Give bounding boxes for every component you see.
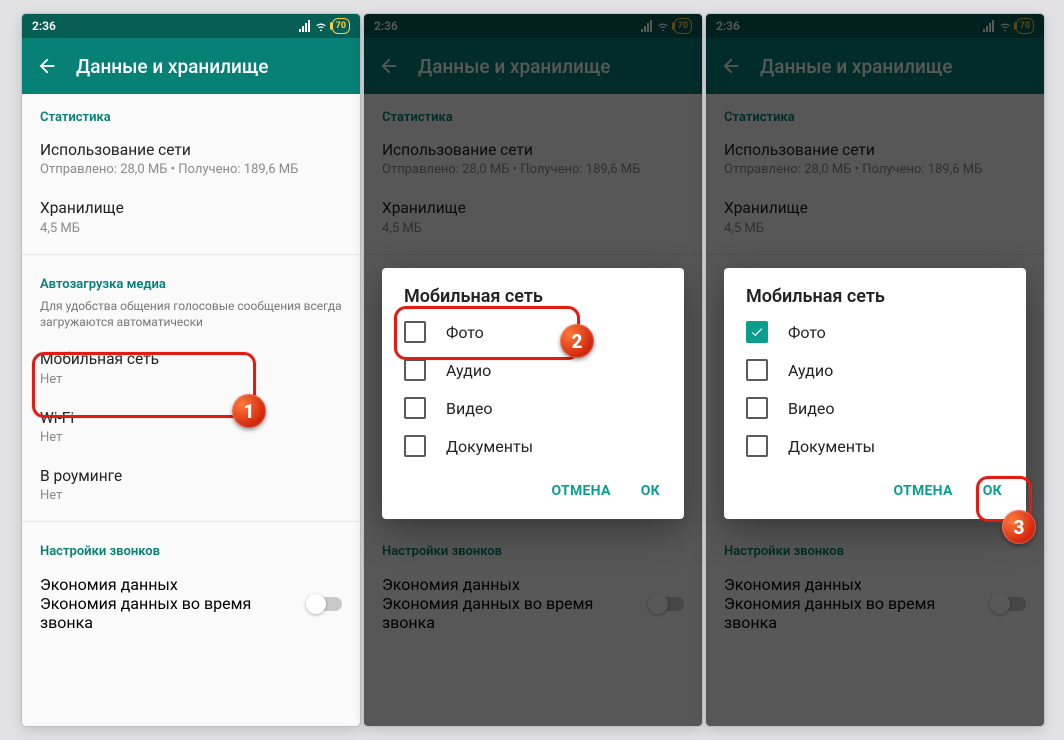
option-photo[interactable]: Фото [382,313,684,351]
divider [22,254,360,255]
dialog-actions: ОТМЕНА ОК [382,465,684,515]
battery-indicator: 70 [332,18,350,34]
ok-button[interactable]: ОК [973,475,1012,507]
stage: { "status": { "time": "2:36", "battery":… [0,0,1064,740]
phone-screen-2: 2:36 70 Данные и хранилище Статистика Ис… [364,14,702,726]
checkbox-icon[interactable] [404,435,426,457]
item-network-usage[interactable]: Использование сети Отправлено: 28,0 МБ •… [22,131,360,189]
divider [22,521,360,522]
signal-icon [299,20,310,32]
status-bar: 2:36 70 [22,14,360,38]
option-photo[interactable]: Фото [724,313,1026,351]
data-saver-switch[interactable] [308,597,342,611]
checkbox-icon[interactable] [746,359,768,381]
mobile-network-dialog: Мобильная сеть Фото Аудио Видео Документ… [382,268,684,519]
ok-button[interactable]: ОК [631,475,670,507]
item-roaming[interactable]: В роуминге Нет [22,457,360,515]
checkbox-icon[interactable] [746,397,768,419]
item-wifi[interactable]: Wi-Fi Нет [22,399,360,457]
section-stats: Статистика [22,94,360,131]
dialog-title: Мобильная сеть [382,286,684,313]
item-mobile-network[interactable]: Мобильная сеть Нет [22,340,360,398]
checkbox-icon[interactable] [746,435,768,457]
checkbox-icon[interactable] [404,359,426,381]
autoload-desc: Для удобства общения голосовые сообщения… [22,298,360,340]
cancel-button[interactable]: ОТМЕНА [883,475,962,507]
item-storage[interactable]: Хранилище 4,5 МБ [22,189,360,247]
section-calls: Настройки звонков [22,528,360,565]
section-autoload: Автозагрузка медиа [22,261,360,298]
mobile-network-dialog: Мобильная сеть Фото Аудио Видео Документ… [724,268,1026,519]
option-docs[interactable]: Документы [382,427,684,465]
option-video[interactable]: Видео [724,389,1026,427]
cancel-button[interactable]: ОТМЕНА [541,475,620,507]
checkbox-icon[interactable] [404,397,426,419]
appbar-title: Данные и хранилище [76,55,269,78]
dialog-actions: ОТМЕНА ОК [724,465,1026,515]
option-video[interactable]: Видео [382,389,684,427]
option-docs[interactable]: Документы [724,427,1026,465]
back-button[interactable] [36,55,58,77]
checkbox-checked-icon[interactable] [746,321,768,343]
option-audio[interactable]: Аудио [382,351,684,389]
status-time: 2:36 [32,19,56,33]
wifi-icon [314,19,328,33]
arrow-left-icon [36,55,58,77]
checkbox-icon[interactable] [404,321,426,343]
status-right: 70 [299,18,350,34]
dialog-title: Мобильная сеть [724,286,1026,313]
phone-screen-3: 2:36 70 Данные и хранилище Статистика Ис… [706,14,1044,726]
phone-screen-1: 2:36 70 Данные и хранилище Статистика Ис… [22,14,360,726]
option-audio[interactable]: Аудио [724,351,1026,389]
settings-list: Статистика Использование сети Отправлено… [22,94,360,726]
item-data-saver[interactable]: Экономия данных Экономия данных во время… [22,565,360,644]
app-bar: Данные и хранилище [22,38,360,94]
